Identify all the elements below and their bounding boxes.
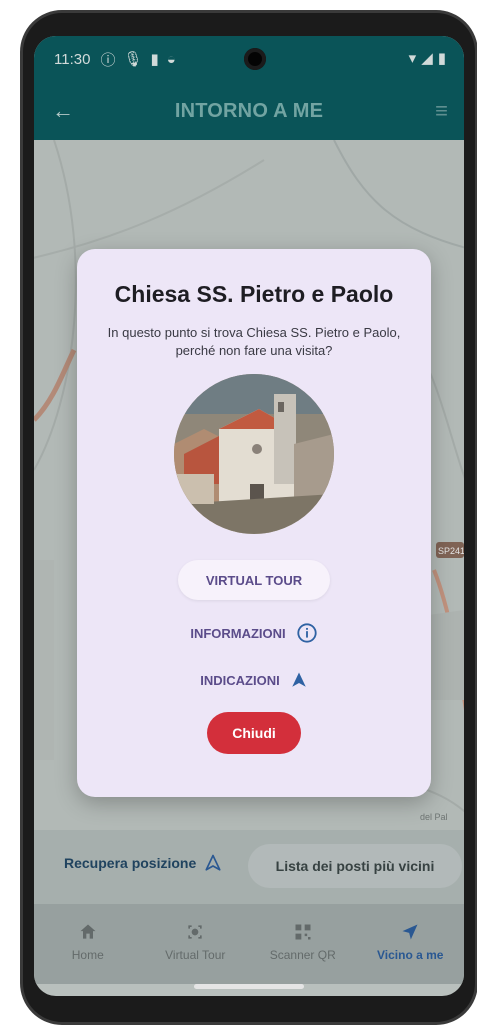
informazioni-label: INFORMAZIONI xyxy=(190,625,286,641)
info-icon xyxy=(297,623,317,643)
close-button[interactable]: Chiudi xyxy=(207,712,301,754)
screen: 11:30 ⓘ 🎙 ▮ ◒ ▾ ◢ ▮ ← INTORNO A ME ≡ SP2… xyxy=(34,36,464,996)
indicazioni-button[interactable]: INDICAZIONI xyxy=(97,670,411,690)
informazioni-button[interactable]: INFORMAZIONI xyxy=(97,622,411,644)
indicazioni-label: INDICAZIONI xyxy=(200,672,280,688)
place-dialog: Chiesa SS. Pietro e Paolo In questo punt… xyxy=(77,249,431,797)
dialog-title: Chiesa SS. Pietro e Paolo xyxy=(114,281,394,307)
virtual-tour-button[interactable]: VIRTUAL TOUR xyxy=(178,560,330,600)
navigation-arrow-icon xyxy=(291,672,306,687)
church-photo xyxy=(174,374,334,534)
dialog-message: In questo punto si trova Chiesa SS. Piet… xyxy=(107,325,401,358)
